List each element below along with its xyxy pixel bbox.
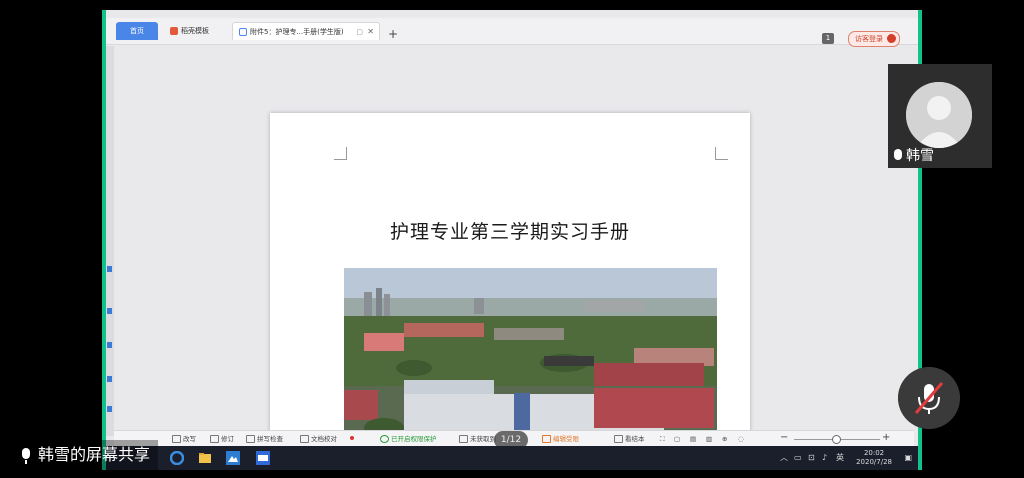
desktop-icon[interactable] (107, 266, 112, 272)
status-edit-restricted-label: 编辑受限 (553, 435, 579, 443)
volume-icon[interactable]: ♪ (822, 452, 827, 464)
outline-mode-icon[interactable]: ▥ (706, 434, 712, 444)
screen-share-label: 韩雪的屏幕共享 (14, 440, 159, 470)
participant-name: 韩雪 (892, 148, 934, 164)
lock-icon (542, 435, 551, 443)
margin-corner-mark (334, 147, 347, 160)
fullscreen-icon[interactable]: ⛶ (660, 434, 665, 444)
comment-icon[interactable]: ▢ (356, 23, 363, 41)
overwrite-icon (172, 435, 181, 443)
read-mode-icon[interactable]: ▢ (674, 434, 680, 444)
file-explorer-icon[interactable] (198, 451, 212, 465)
status-permission[interactable]: 已开启权限保护 (380, 434, 437, 444)
wps-writer-icon[interactable] (256, 451, 270, 465)
page-mode-icon[interactable]: ▤ (690, 434, 696, 444)
default-avatar-icon (906, 82, 972, 148)
tray-expand-icon[interactable]: ︿ (780, 452, 788, 464)
guest-login-button[interactable]: 访客登录 (848, 31, 900, 47)
status-spellcheck[interactable]: 拼写检查 (246, 434, 283, 444)
status-view-mode[interactable]: 看结本 (614, 434, 645, 444)
status-revision[interactable]: 修订 (210, 434, 234, 444)
input-language[interactable]: 英 (836, 452, 844, 464)
shared-screen: 首页 稻壳模板 附件5：护理专...手册(学生版) ▢ ✕ + 1 访客登录 护理专… (102, 10, 922, 470)
docer-icon (170, 27, 178, 35)
guest-login-label: 访客登录 (855, 35, 883, 43)
notification-icon[interactable]: ▣ (904, 452, 912, 464)
status-permission-label: 已开启权限保护 (391, 435, 437, 443)
close-icon[interactable]: ✕ (367, 23, 374, 41)
status-view-mode-label: 看结本 (625, 435, 645, 443)
campus-photo (344, 268, 717, 443)
participant-tile[interactable]: 韩雪 (888, 64, 992, 168)
document-page[interactable]: 护理专业第三学期实习手册 (270, 113, 750, 443)
tab-template[interactable]: 稻壳模板 (164, 22, 228, 40)
tab-template-label: 稻壳模板 (181, 27, 209, 35)
window-count-badge[interactable]: 1 (822, 33, 834, 44)
word-doc-icon (239, 28, 247, 36)
network-icon[interactable]: ⊡ (808, 452, 815, 464)
status-not-obtained-label: 未获取到 (470, 435, 496, 443)
app-icon[interactable] (226, 451, 240, 465)
spellcheck-icon (246, 435, 255, 443)
zoom-in-button[interactable]: + (882, 432, 890, 444)
record-dot-icon (350, 436, 354, 440)
clock-date: 2020/7/28 (856, 458, 892, 466)
screen-share-text: 韩雪的屏幕共享 (38, 445, 151, 464)
revision-icon (210, 435, 219, 443)
tab-document[interactable]: 附件5：护理专...手册(学生版) ▢ ✕ (232, 22, 380, 40)
status-proofread-label: 文档校对 (311, 435, 337, 443)
tab-document-label: 附件5：护理专...手册(学生版) (250, 28, 344, 36)
web-mode-icon[interactable]: ⊕ (722, 434, 727, 444)
clock-time: 20:02 (863, 449, 885, 457)
desktop-left-strip (106, 46, 114, 436)
status-spellcheck-label: 拼写检查 (257, 435, 283, 443)
windows-taskbar: ︿ ▭ ⊡ ♪ 英 20:02 2020/7/28 ▣ (106, 446, 918, 470)
user-avatar-icon (887, 34, 896, 43)
participant-name-text: 韩雪 (906, 148, 934, 164)
status-not-obtained[interactable]: 未获取到 (459, 434, 496, 444)
status-revision-label: 修订 (221, 435, 234, 443)
status-overwrite[interactable]: 改写 (172, 434, 196, 444)
shield-outline-icon (459, 435, 468, 443)
mic-muted-button[interactable] (898, 367, 960, 429)
new-tab-button[interactable]: + (388, 28, 398, 40)
zoom-out-button[interactable]: − (780, 432, 788, 444)
status-edit-restricted[interactable]: 编辑受限 (542, 434, 579, 444)
view-icon (614, 435, 623, 443)
desktop-icon[interactable] (107, 406, 112, 412)
eye-protect-icon[interactable]: ◌ (738, 434, 744, 444)
microphone-icon (22, 448, 30, 464)
margin-corner-mark (715, 147, 728, 160)
tab-bar: 首页 稻壳模板 附件5：护理专...手册(学生版) ▢ ✕ + 1 访客登录 (106, 18, 918, 47)
microphone-icon (894, 149, 902, 160)
tab-home[interactable]: 首页 (116, 22, 158, 40)
system-clock[interactable]: 20:02 2020/7/28 (856, 449, 892, 467)
battery-icon[interactable]: ▭ (794, 452, 802, 464)
status-overwrite-label: 改写 (183, 435, 196, 443)
desktop-icon[interactable] (107, 342, 112, 348)
status-proofread[interactable]: 文档校对 (300, 434, 337, 444)
shield-icon (380, 435, 389, 443)
zoom-slider-handle[interactable] (832, 435, 841, 444)
desktop-icon[interactable] (107, 376, 112, 382)
proofread-icon (300, 435, 309, 443)
edge-browser-icon[interactable] (170, 451, 184, 465)
desktop-icon[interactable] (107, 308, 112, 314)
document-title: 护理专业第三学期实习手册 (389, 221, 630, 243)
